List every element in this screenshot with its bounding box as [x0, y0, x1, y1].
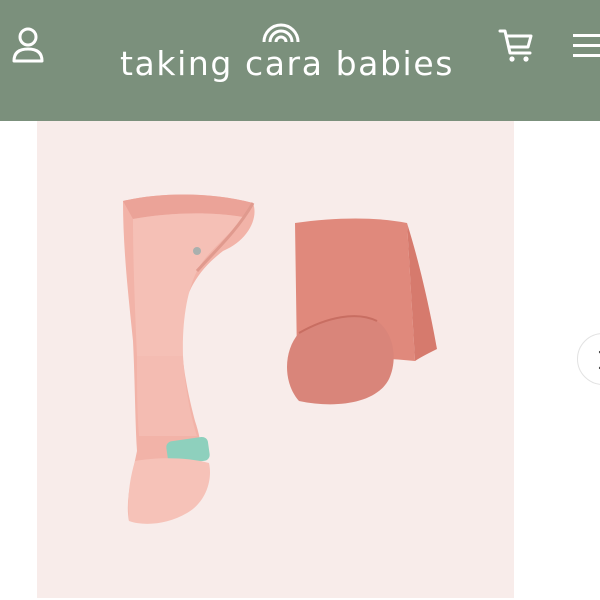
account-button[interactable]: [8, 22, 50, 68]
swaddle-photo: [37, 121, 514, 598]
cart-icon: [498, 29, 533, 62]
rainbow-logo-icon: [262, 23, 300, 43]
site-header: taking cara babies: [0, 0, 600, 121]
product-image[interactable]: [37, 121, 514, 598]
gallery-next-button[interactable]: [577, 333, 600, 385]
cart-button[interactable]: [493, 22, 539, 66]
brand-logo[interactable]: taking cara babies: [120, 10, 455, 86]
chevron-right-icon: [598, 350, 600, 370]
menu-button[interactable]: [566, 26, 600, 66]
brand-name: taking cara babies: [120, 44, 455, 83]
user-icon: [12, 27, 44, 63]
hamburger-menu-icon: [573, 34, 600, 57]
